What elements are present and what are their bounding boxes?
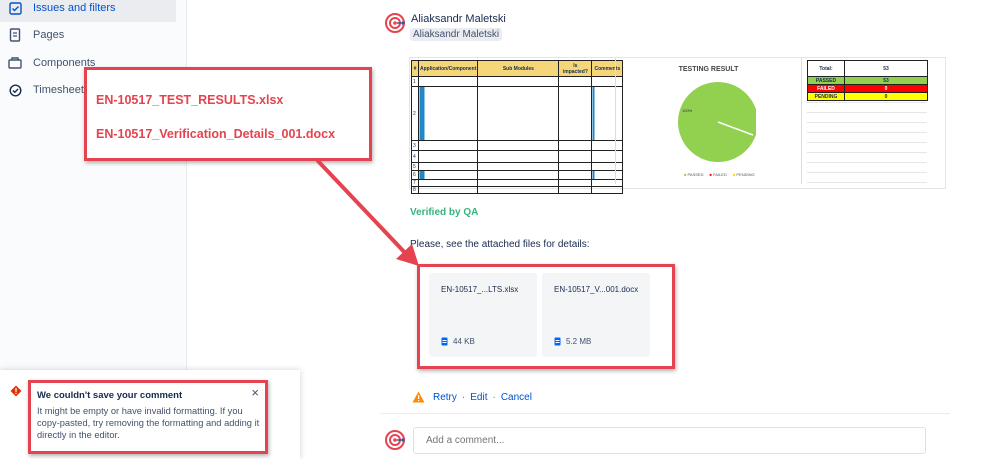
error-title: We couldn't save your comment (37, 390, 183, 401)
error-body: It might be empty or have invalid format… (37, 406, 260, 440)
error-icon (10, 385, 22, 397)
close-icon: × (251, 385, 259, 400)
arrow-line (316, 159, 411, 259)
close-button[interactable]: × (251, 386, 259, 399)
error-flag: We couldn't save your comment × It might… (28, 380, 268, 454)
